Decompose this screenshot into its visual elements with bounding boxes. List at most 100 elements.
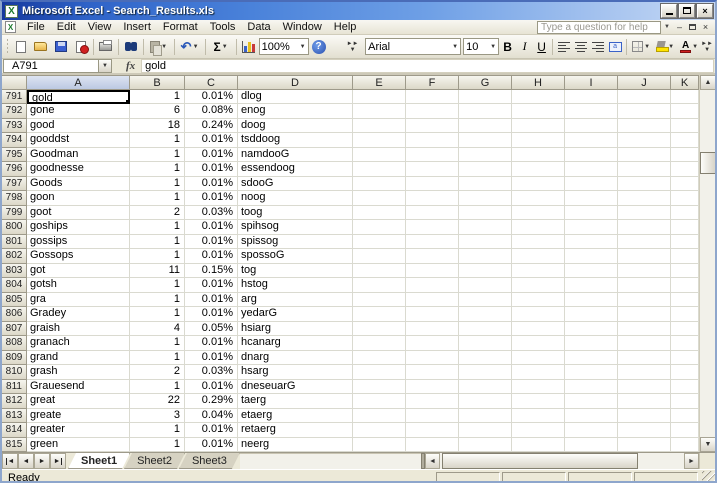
cell-k805[interactable] (671, 292, 699, 308)
row-header-805[interactable]: 805 (2, 292, 27, 308)
new-button[interactable] (11, 37, 31, 56)
help-question-input[interactable]: Type a question for help (537, 20, 662, 34)
cell-h801[interactable] (512, 234, 565, 250)
cell-g806[interactable] (459, 307, 512, 322)
cell-i798[interactable] (565, 191, 618, 206)
row-header-804[interactable]: 804 (2, 278, 27, 293)
cell-d813[interactable]: etaerg (238, 408, 353, 424)
cell-b796[interactable]: 1 (130, 162, 185, 177)
cell-b811[interactable]: 1 (130, 379, 185, 395)
cell-a805[interactable]: gra (27, 292, 130, 308)
font-size-dropdown-icon[interactable]: ▼ (490, 44, 496, 50)
cell-a797[interactable]: Goods (27, 176, 130, 192)
cell-k799[interactable] (671, 205, 699, 221)
zoom-dropdown-icon[interactable]: ▼ (300, 44, 306, 50)
cell-h814[interactable] (512, 423, 565, 438)
cell-j815[interactable] (618, 437, 671, 452)
minimize-button[interactable] (660, 3, 678, 19)
select-all-corner[interactable] (2, 75, 27, 90)
undo-dropdown-icon[interactable]: ▼ (193, 44, 199, 50)
workbook-restore-button[interactable] (686, 21, 699, 34)
cell-c794[interactable]: 0.01% (185, 133, 238, 148)
bold-button[interactable]: B (499, 37, 516, 56)
cell-g794[interactable] (459, 133, 512, 148)
print-button[interactable] (96, 37, 116, 56)
workbook-minimize-button[interactable]: – (673, 21, 686, 34)
cell-a813[interactable]: greate (27, 408, 130, 424)
cell-e795[interactable] (353, 147, 406, 163)
cell-c798[interactable]: 0.01% (185, 191, 238, 206)
name-box-dropdown-icon[interactable]: ▼ (99, 59, 112, 73)
cell-g808[interactable] (459, 336, 512, 351)
cell-b805[interactable]: 1 (130, 292, 185, 308)
cell-f806[interactable] (406, 307, 459, 322)
cell-e803[interactable] (353, 263, 406, 279)
column-header-f[interactable]: F (406, 75, 459, 90)
cell-a803[interactable]: got (27, 263, 130, 279)
cell-a802[interactable]: Gossops (27, 249, 130, 264)
font-name-combo[interactable]: Arial ▼ (365, 38, 462, 55)
menu-view[interactable]: View (82, 20, 118, 34)
cell-a801[interactable]: gossips (27, 234, 130, 250)
horizontal-scroll-thumb[interactable] (442, 453, 638, 469)
cell-j801[interactable] (618, 234, 671, 250)
row-header-807[interactable]: 807 (2, 321, 27, 337)
cell-f799[interactable] (406, 205, 459, 221)
cell-c813[interactable]: 0.04% (185, 408, 238, 424)
cell-h805[interactable] (512, 292, 565, 308)
cell-d809[interactable]: dnarg (238, 350, 353, 366)
cell-e793[interactable] (353, 118, 406, 134)
menu-help[interactable]: Help (328, 20, 363, 34)
cell-h799[interactable] (512, 205, 565, 221)
cell-c796[interactable]: 0.01% (185, 162, 238, 177)
cell-d791[interactable]: dlog (238, 90, 353, 105)
cell-i791[interactable] (565, 90, 618, 105)
column-header-c[interactable]: C (185, 75, 238, 90)
cell-d792[interactable]: enog (238, 104, 353, 119)
cell-a793[interactable]: good (27, 118, 130, 134)
scroll-up-icon[interactable]: ▲ (700, 75, 715, 90)
scroll-right-icon[interactable]: ► (684, 453, 699, 469)
cell-i799[interactable] (565, 205, 618, 221)
formula-input[interactable]: gold (141, 59, 714, 73)
cell-b792[interactable]: 6 (130, 104, 185, 119)
close-button[interactable]: × (696, 3, 714, 19)
chart-wizard-button[interactable] (239, 37, 259, 56)
row-header-796[interactable]: 796 (2, 162, 27, 177)
cell-a809[interactable]: grand (27, 350, 130, 366)
cell-k811[interactable] (671, 379, 699, 395)
cell-c809[interactable]: 0.01% (185, 350, 238, 366)
cell-d797[interactable]: sdooG (238, 176, 353, 192)
horizontal-scroll-track[interactable] (440, 453, 684, 469)
cell-h803[interactable] (512, 263, 565, 279)
cell-i796[interactable] (565, 162, 618, 177)
row-header-792[interactable]: 792 (2, 104, 27, 119)
cell-f793[interactable] (406, 118, 459, 134)
cell-h798[interactable] (512, 191, 565, 206)
row-header-809[interactable]: 809 (2, 350, 27, 366)
last-sheet-button[interactable]: ► (50, 453, 66, 469)
cell-a811[interactable]: Grauesend (27, 379, 130, 395)
cell-d793[interactable]: doog (238, 118, 353, 134)
workbook-close-button[interactable]: × (699, 21, 712, 34)
cell-a798[interactable]: goon (27, 191, 130, 206)
cell-k813[interactable] (671, 408, 699, 424)
cell-h811[interactable] (512, 379, 565, 395)
cell-b795[interactable]: 1 (130, 147, 185, 163)
cell-d805[interactable]: arg (238, 292, 353, 308)
cell-c791[interactable]: 0.01% (185, 90, 238, 105)
row-header-810[interactable]: 810 (2, 365, 27, 380)
cell-k803[interactable] (671, 263, 699, 279)
cell-b804[interactable]: 1 (130, 278, 185, 293)
cell-j806[interactable] (618, 307, 671, 322)
cell-g801[interactable] (459, 234, 512, 250)
menu-tools[interactable]: Tools (204, 20, 242, 34)
toolbar-grip[interactable] (7, 38, 8, 55)
cell-d814[interactable]: retaerg (238, 423, 353, 438)
cell-j811[interactable] (618, 379, 671, 395)
cell-j792[interactable] (618, 104, 671, 119)
cell-k806[interactable] (671, 307, 699, 322)
cell-g800[interactable] (459, 220, 512, 235)
vertical-scroll-track[interactable] (700, 90, 715, 437)
cell-i801[interactable] (565, 234, 618, 250)
